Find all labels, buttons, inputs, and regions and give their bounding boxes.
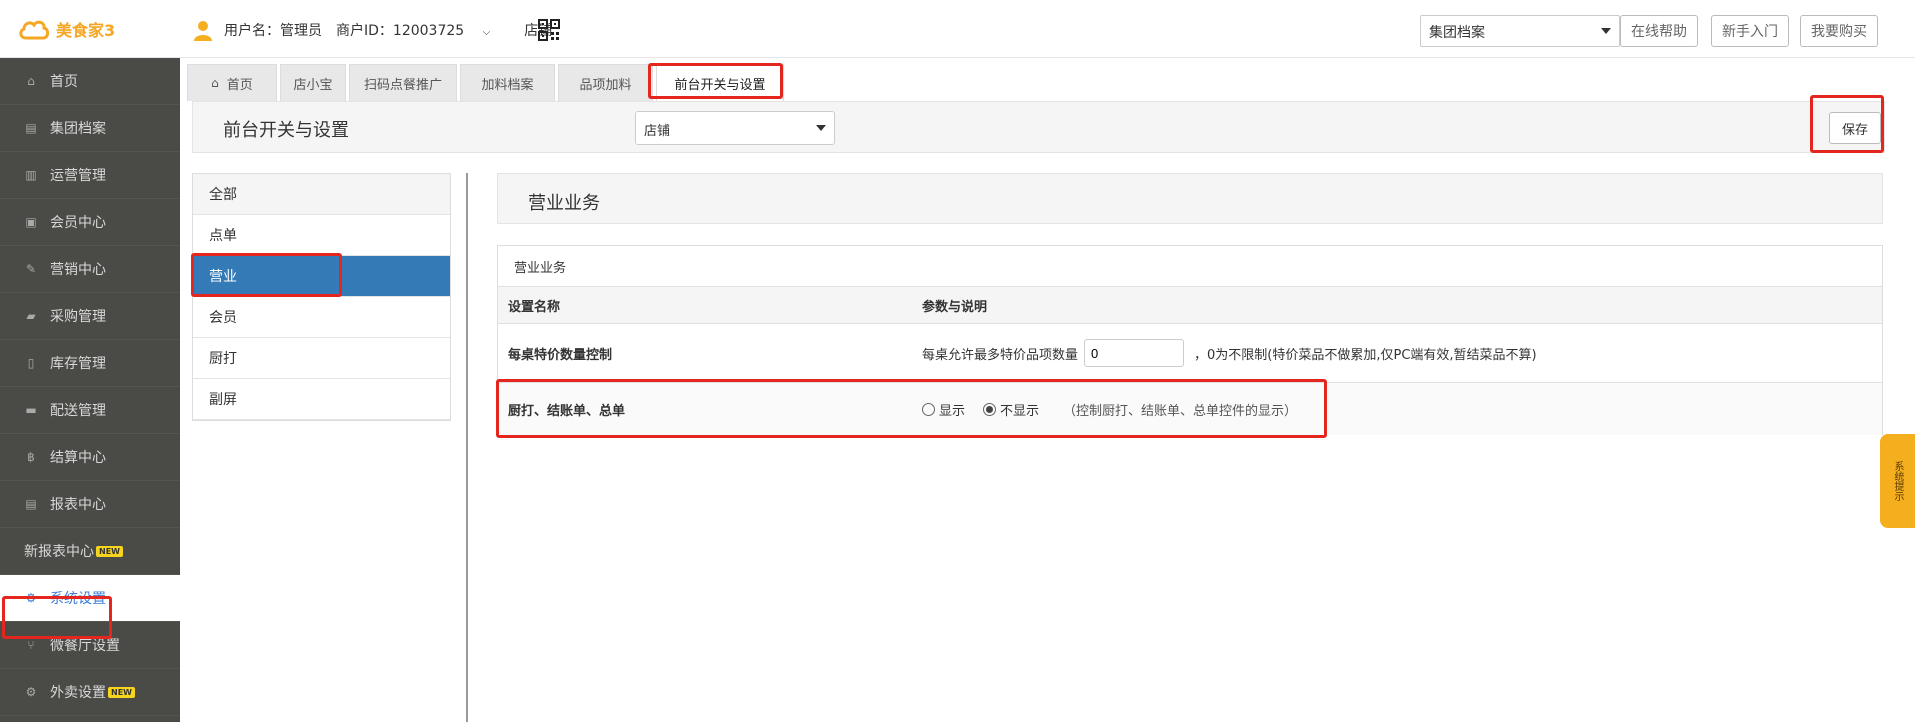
settings-panel: 营业业务 设置名称 参数与说明 每桌特价数量控制 每桌允许最多特价品项数量 ，0…	[497, 245, 1883, 435]
user-avatar-icon	[194, 21, 212, 41]
tab-frontend-settings[interactable]: 前台开关与设置	[656, 64, 784, 101]
caret-down-icon	[1601, 28, 1611, 34]
sidebar-item-settlement[interactable]: ฿结算中心	[0, 434, 180, 481]
home-icon: ⌂	[211, 76, 219, 90]
tab-home[interactable]: ⌂ 首页	[187, 64, 277, 101]
sidebar: ⌂ 首页 ▤ 集团档案 ▥ 运营管理 ▣ 会员中心 ✎ 营销中心 ▰ 采购管理 ▯ 库存管理 …	[0, 58, 180, 722]
sidebar-item-system-settings[interactable]: ⚙ 系统设置	[0, 575, 180, 622]
tab-item-addon[interactable]: 品项加料	[558, 64, 653, 101]
category-all[interactable]: 全部	[193, 174, 450, 215]
chevron-down-icon: ⌵	[482, 27, 491, 38]
gear-icon: ⚙	[25, 685, 37, 699]
cloud-logo-icon	[19, 20, 50, 40]
user-info: 用户名：管理员 商户ID：12003725 ⌵ 店铺	[192, 19, 566, 41]
sidebar-item-micro-restaurant[interactable]: ⑂ 微餐厅设置	[0, 622, 180, 669]
sidebar-item-members[interactable]: ▣ 会员中心	[0, 199, 180, 246]
group-archive-select[interactable]: 集团档案	[1420, 15, 1620, 47]
buy-button[interactable]: 我要购买	[1800, 15, 1878, 47]
setting-name: 厨打、结账单、总单	[508, 403, 626, 419]
sidebar-item-inventory[interactable]: ▯ 库存管理	[0, 340, 180, 387]
sidebar-item-operations[interactable]: ▥ 运营管理	[0, 152, 180, 199]
app-logo[interactable]: 美食家3	[18, 16, 115, 42]
table-header: 设置名称 参数与说明	[498, 287, 1882, 324]
tab-dianxiaobao[interactable]: 店小宝	[280, 64, 346, 101]
system-tip-tab[interactable]: 系统提示	[1880, 434, 1915, 528]
setting-name: 每桌特价数量控制	[508, 347, 613, 363]
page-header: 前台开关与设置 店铺 保存	[192, 101, 1885, 153]
category-business[interactable]: 营业	[193, 256, 450, 297]
store-select[interactable]: 店铺	[635, 111, 835, 145]
qr-code-icon[interactable]	[538, 19, 560, 41]
cutlery-icon: ⑂	[27, 638, 35, 652]
bar-chart-icon: ▥	[25, 168, 37, 182]
tab-qr-promotion[interactable]: 扫码点餐推广	[349, 64, 457, 101]
category-list: 全部 点单 营业 会员 厨打 副屏	[192, 173, 451, 421]
col-parameters: 参数与说明	[922, 299, 988, 315]
merchant-id-dropdown[interactable]: 商户ID：12003725 ⌵	[336, 20, 504, 40]
panel-divider	[466, 173, 468, 722]
caret-down-icon	[816, 125, 826, 131]
category-order[interactable]: 点单	[193, 215, 450, 256]
edit-icon: ✎	[25, 262, 37, 276]
section-header: 营业业务	[497, 173, 1883, 224]
sidebar-item-marketing[interactable]: ✎ 营销中心	[0, 246, 180, 293]
new-badge: NEW	[108, 686, 135, 698]
table-row: 厨打、结账单、总单 显示 不显示 （控制厨打、结账单、总单控件的显示）	[498, 383, 1882, 435]
book-icon: ▰	[26, 309, 36, 323]
member-card-icon: ▣	[25, 215, 37, 229]
tab-addon-archive[interactable]: 加料档案	[460, 64, 555, 101]
category-kitchen-print[interactable]: 厨打	[193, 338, 450, 379]
save-button[interactable]: 保存	[1829, 112, 1881, 144]
setting-params: 每桌允许最多特价品项数量 ，0为不限制(特价菜品不做累加,仅PC端有效,暂结菜品…	[914, 324, 1882, 382]
app-logo-text: 美食家3	[56, 21, 116, 40]
inventory-icon: ▯	[27, 356, 35, 370]
sidebar-item-delivery[interactable]: ▬ 配送管理	[0, 387, 180, 434]
sidebar-item-new-reports[interactable]: 新报表中心 NEW	[0, 528, 180, 575]
setting-params: 显示 不显示 （控制厨打、结账单、总单控件的显示）	[914, 383, 1882, 435]
sidebar-item-reports[interactable]: ▤ 报表中心	[0, 481, 180, 528]
username-label: 用户名：管理员	[224, 23, 322, 39]
truck-icon: ▬	[25, 403, 37, 417]
page-title: 前台开关与设置	[223, 120, 349, 141]
special-count-input[interactable]	[1084, 339, 1185, 367]
report-icon: ▤	[25, 497, 37, 511]
table-row: 每桌特价数量控制 每桌允许最多特价品项数量 ，0为不限制(特价菜品不做累加,仅P…	[498, 324, 1882, 383]
beginner-guide-button[interactable]: 新手入门	[1711, 15, 1789, 47]
setting-note: （控制厨打、结账单、总单控件的显示）	[1063, 403, 1298, 419]
online-help-button[interactable]: 在线帮助	[1620, 15, 1698, 47]
sidebar-item-group-archive[interactable]: ▤ 集团档案	[0, 105, 180, 152]
radio-show[interactable]	[922, 402, 935, 416]
category-secondary-screen[interactable]: 副屏	[193, 379, 450, 420]
sidebar-item-takeout[interactable]: ⚙ 外卖设置 NEW	[0, 669, 180, 716]
section-title: 营业业务	[528, 193, 600, 214]
file-icon: ▤	[25, 121, 37, 135]
new-badge: NEW	[96, 545, 123, 557]
bitcoin-icon: ฿	[27, 450, 35, 464]
sidebar-item-purchasing[interactable]: ▰ 采购管理	[0, 293, 180, 340]
gears-icon: ⚙	[25, 591, 37, 605]
tab-bar: ⌂ 首页 店小宝 扫码点餐推广 加料档案 品项加料 前台开关与设置	[187, 64, 787, 101]
col-setting-name: 设置名称	[508, 299, 561, 315]
top-bar: 美食家3 用户名：管理员 商户ID：12003725 ⌵ 店铺 集团档案 在线帮…	[0, 0, 1915, 58]
sidebar-item-home[interactable]: ⌂ 首页	[0, 58, 180, 105]
category-member[interactable]: 会员	[193, 297, 450, 338]
panel-title: 营业业务	[498, 246, 1882, 287]
home-icon: ⌂	[27, 74, 35, 88]
radio-hide[interactable]	[983, 402, 997, 416]
